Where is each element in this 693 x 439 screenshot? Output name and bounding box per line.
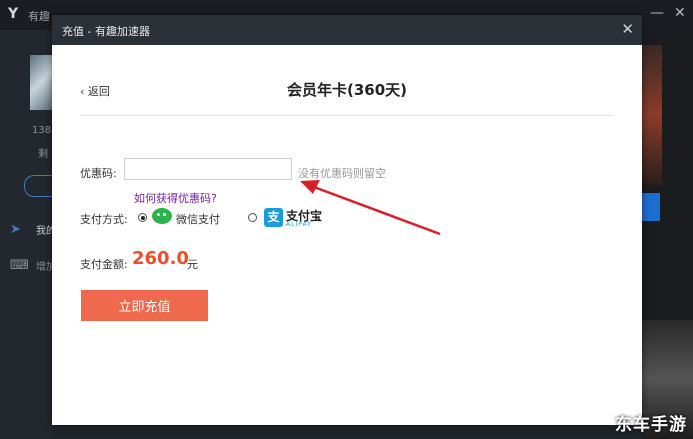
alipay-radio[interactable] xyxy=(248,213,257,222)
amount-value: 260.0 xyxy=(132,248,189,269)
amount-unit: 元 xyxy=(187,258,198,271)
background-close-button[interactable]: ✕ xyxy=(674,5,686,21)
dialog-title: 充值 - 有趣加速器 xyxy=(62,25,150,38)
payment-label: 支付方式: xyxy=(80,213,128,226)
minimize-button[interactable]: — xyxy=(650,5,664,21)
app-logo-icon: Y xyxy=(8,6,19,22)
divider xyxy=(80,115,613,116)
alipay-icon: 支 xyxy=(264,208,283,227)
wechat-radio[interactable] xyxy=(138,213,147,222)
page-title: 会员年卡(360天) xyxy=(286,81,408,99)
background-blue-button[interactable] xyxy=(642,193,660,221)
wechat-icon xyxy=(152,208,172,224)
sidebar-pill-button[interactable] xyxy=(24,175,53,197)
sidebar-char: 剩 xyxy=(38,149,48,160)
game-poster-image xyxy=(642,45,662,185)
gamepad-icon: ⌨ xyxy=(10,258,29,273)
sidebar-number: 138 xyxy=(32,125,52,136)
rocket-icon: ➤ xyxy=(10,222,21,237)
alipay-sub-label: ALIPAY xyxy=(286,221,312,228)
wechat-option-label[interactable]: 微信支付 xyxy=(176,211,220,227)
coupon-help-link[interactable]: 如何获得优惠码? xyxy=(134,190,217,206)
coupon-input[interactable] xyxy=(124,158,292,180)
dialog-close-button[interactable]: ✕ xyxy=(621,20,634,38)
recharge-dialog: 充值 - 有趣加速器 ✕ ‹ 返回 会员年卡(360天) 优惠码: 没有优惠码则… xyxy=(52,15,642,425)
dialog-header: 充值 - 有趣加速器 ✕ xyxy=(52,15,642,45)
coupon-hint: 没有优惠码则留空 xyxy=(298,167,386,180)
pay-now-button[interactable]: 立即充值 xyxy=(81,290,208,321)
coupon-label: 优惠码: xyxy=(80,167,117,180)
background-app-title: 有趣 xyxy=(28,10,50,23)
amount-label: 支付金额: xyxy=(80,258,128,271)
avatar xyxy=(30,55,52,110)
watermark: 东车手游 xyxy=(615,415,687,435)
